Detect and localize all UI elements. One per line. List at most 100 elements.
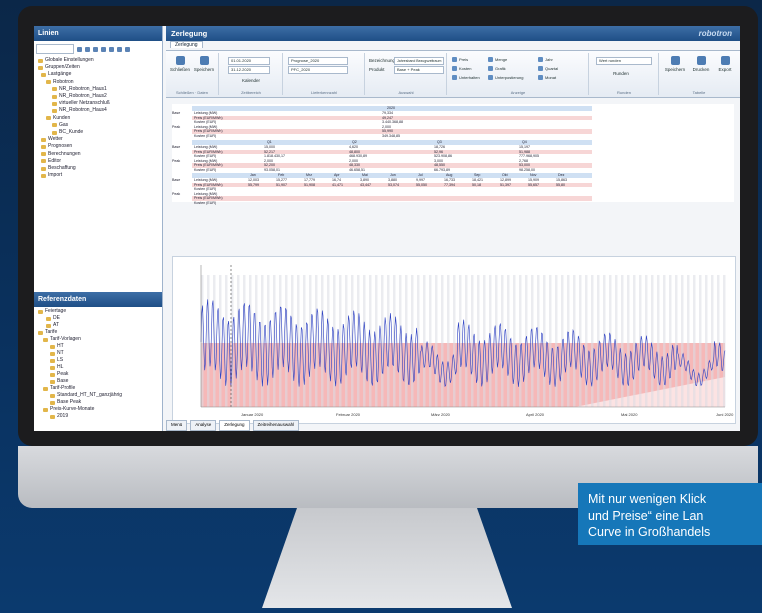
tree-item[interactable]: Feiertage [38, 308, 166, 315]
checkbox-preis[interactable]: Preis [452, 57, 468, 62]
ribbon-group-tabelle: Speichern Drucken Export Tabelle [660, 53, 738, 95]
checkbox-kosten[interactable]: Kosten [452, 66, 471, 71]
save-icon[interactable] [125, 46, 130, 52]
tree-item[interactable]: LS [38, 357, 166, 364]
row-label: Preis (EUR/MWh) [194, 196, 223, 201]
checkbox-monat[interactable]: Monat [538, 75, 556, 80]
tree-item[interactable]: DE [38, 315, 166, 322]
tree-item[interactable]: Globale Einstellungen [38, 57, 162, 64]
pfc-field[interactable]: PFC_2020 [288, 66, 348, 74]
month-header: Apr [334, 173, 340, 177]
checkbox-quartal[interactable]: Quartal [538, 66, 558, 71]
table-cell: 52,96 [434, 149, 443, 154]
tree-item[interactable]: 2019 [38, 413, 166, 420]
peak-stripe [549, 275, 552, 407]
tree-item[interactable]: Tarif-Vorlagen [38, 336, 166, 343]
grid-icon[interactable] [117, 46, 122, 52]
peak-stripe [621, 275, 624, 407]
ribbon-group-lieferkennzahl: Prognose_2020 PFC_2020 Lieferkennzahl [284, 53, 365, 95]
group-label: Runden [616, 90, 631, 95]
month-header: Nov [530, 173, 537, 177]
tab-analyse[interactable]: Analyse [190, 420, 217, 431]
tree-item[interactable]: Preis-Kurve-Monate [38, 406, 166, 413]
checkbox-unterpostierung[interactable]: Unterpostierung [488, 75, 523, 80]
table-cell: 15,197 [519, 145, 530, 149]
prognose-field[interactable]: Prognose_2020 [288, 57, 348, 65]
tree-item[interactable]: HT [38, 343, 166, 350]
tree-item[interactable]: Prognosen [38, 143, 162, 150]
tree-item[interactable]: Wetter [38, 136, 162, 143]
tab-zeitreihenauswahl[interactable]: Zeitreihenauswahl [252, 420, 300, 431]
peak-stripe [633, 275, 636, 407]
tree-item[interactable]: HL [38, 364, 166, 371]
print-button[interactable]: Drucken [690, 56, 712, 72]
close-button[interactable]: Schließen [170, 56, 190, 72]
peak-stripe [447, 275, 450, 407]
tree-item[interactable]: Beschaffung [38, 165, 162, 172]
peak-stripe [585, 275, 588, 407]
tree-item[interactable]: NT [38, 350, 166, 357]
tree-item[interactable]: Kunden [38, 115, 162, 122]
date-to-field[interactable]: 31.12.2020 [228, 66, 270, 74]
round-button[interactable]: Runden [608, 71, 634, 76]
table-cell: 12,003 [248, 178, 259, 182]
tree-item[interactable]: Berechnungen [38, 151, 162, 158]
tree-item[interactable]: Tarife [38, 329, 166, 336]
tree-item[interactable]: NR_Robotron_Haus2 [38, 93, 162, 100]
table-save-button[interactable]: Speichern [664, 56, 686, 72]
tab-zerlegung[interactable]: Zerlegung [170, 41, 203, 48]
navigation-search-input[interactable] [36, 44, 74, 54]
reference-tree: Feiertage DE AT Tarife Tarif-Vorlagen HT… [34, 308, 166, 420]
tree-item[interactable]: AT [38, 322, 166, 329]
checkbox-grafik[interactable]: Grafik [488, 66, 506, 71]
checkbox-menge[interactable]: Menge [488, 57, 507, 62]
expand-icon[interactable] [77, 46, 82, 52]
tree-item[interactable]: Peak [38, 371, 166, 378]
peak-stripe [339, 275, 342, 407]
checkbox-jahr[interactable]: Jahr [538, 57, 553, 62]
runden-select[interactable]: Wert runden [596, 57, 652, 65]
x-tick-label: Februar 2020 [336, 412, 361, 417]
back-icon[interactable] [93, 46, 98, 52]
row-label: Leistung (MW) [194, 145, 218, 149]
tree-item[interactable]: Base [38, 378, 166, 385]
peak-stripe [669, 275, 672, 407]
table-cell: 1.818.430,17 [264, 154, 285, 159]
calendar-button[interactable]: Kalender [238, 78, 264, 83]
bezeichnung-select[interactable]: Jahresband Bezugszeitraum [394, 57, 444, 65]
tree-item[interactable]: Base Peak [38, 399, 166, 406]
collapse-icon[interactable] [85, 46, 90, 52]
peak-stripe [531, 275, 534, 407]
tree-item[interactable]: Import [38, 172, 162, 179]
checkbox-icon [452, 57, 457, 62]
row-label: Kosten (EUR) [194, 187, 217, 192]
checkbox-unterhalten[interactable]: Unterhalten [452, 75, 480, 80]
produkt-select[interactable]: Base + Peak [394, 66, 444, 74]
export-button[interactable]: Export [714, 56, 736, 72]
tree-item[interactable]: Gas [38, 122, 162, 129]
ribbon-group-runden: Wert runden Runden Runden [590, 53, 659, 95]
tree-item[interactable]: Lastgänge [38, 71, 162, 78]
delete-icon[interactable] [109, 46, 114, 52]
caption-line: Mit nur wenigen Klick [588, 492, 707, 506]
forward-icon[interactable] [101, 46, 106, 52]
tree-item[interactable]: Standard_HT_NT_ganzjährig [38, 392, 166, 399]
tree-item[interactable]: NR_Robotron_Haus1 [38, 86, 162, 93]
peak-stripe [681, 275, 684, 407]
tab-zerlegung-bottom[interactable]: Zerlegung [219, 420, 250, 431]
peak-stripe [435, 275, 438, 407]
save-button[interactable]: Speichern [193, 56, 215, 72]
tree-item[interactable]: NR_Robotron_Haus4 [38, 107, 162, 114]
tab-menu[interactable]: Menü [166, 420, 188, 431]
row-group-label: Peak [172, 158, 181, 163]
tree-item[interactable]: Tarif-Profile [38, 385, 166, 392]
tree-item[interactable]: Editor [38, 158, 162, 165]
tree-item[interactable]: Robotron [38, 79, 162, 86]
table-cell: 523.908,86 [434, 154, 452, 159]
ribbon-group-anzeige: Preis Kosten Unterhalten Menge Grafik Un… [448, 53, 589, 95]
date-from-field[interactable]: 01.01.2020 [228, 57, 270, 65]
tree-item[interactable]: BC_Kunde [38, 129, 162, 136]
tree-item[interactable]: virtueller Netzanschluß [38, 100, 162, 107]
peak-stripe [639, 275, 642, 407]
tree-item[interactable]: Gruppen/Zeiten [38, 64, 162, 71]
